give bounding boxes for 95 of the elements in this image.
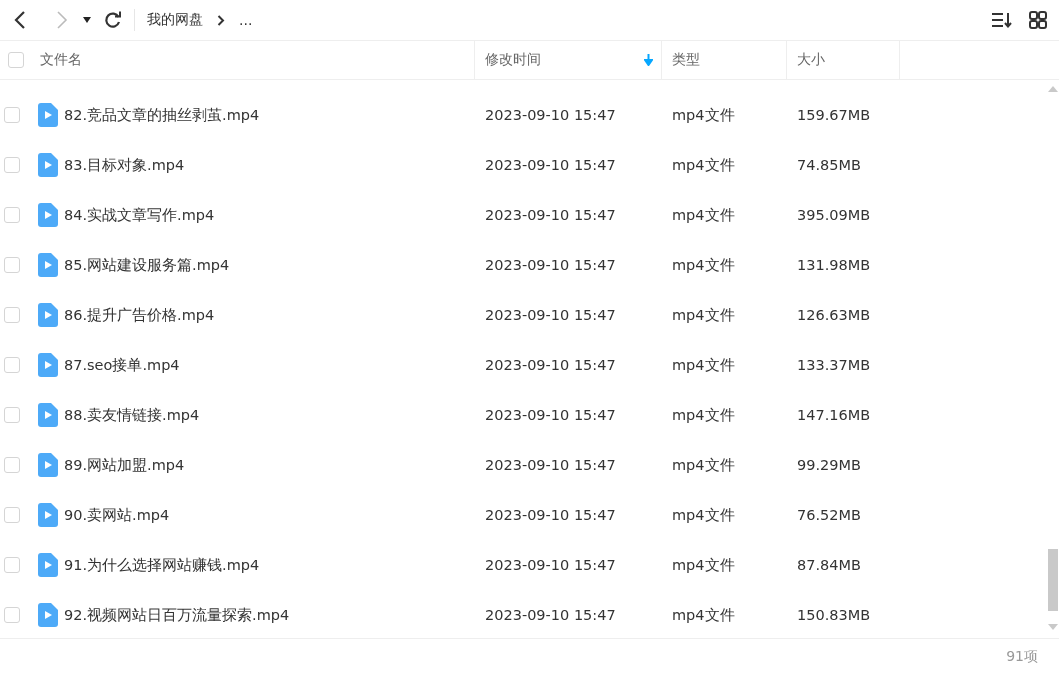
video-file-icon: [38, 403, 58, 427]
chevron-right-icon: [217, 14, 225, 26]
file-row[interactable]: 86.提升广告价格.mp4 2023-09-10 15:47 mp4文件 126.63MB: [0, 290, 1047, 340]
video-file-icon: [38, 453, 58, 477]
file-size: 99.29MB: [796, 457, 862, 473]
file-size: 76.52MB: [796, 507, 862, 523]
scroll-up-icon[interactable]: [1048, 86, 1058, 92]
video-file-icon: [38, 353, 58, 377]
item-count: 91项: [1006, 647, 1038, 666]
file-type: mp4文件: [671, 505, 736, 525]
file-row[interactable]: 84.实战文章写作.mp4 2023-09-10 15:47 mp4文件 395.09MB: [0, 190, 1047, 240]
file-type: mp4文件: [671, 605, 736, 625]
row-checkbox[interactable]: [4, 307, 20, 323]
file-row[interactable]: 92.视频网站日百万流量探索.mp4 2023-09-10 15:47 mp4文件 150.83MB: [0, 590, 1047, 638]
column-header[interactable]: 大小: [797, 51, 899, 69]
video-file-icon: [38, 203, 58, 227]
file-size: 133.37MB: [796, 357, 872, 373]
file-size: 159.67MB: [796, 107, 872, 123]
modified-time: 2023-09-10 15:47: [484, 607, 617, 623]
row-checkbox[interactable]: [4, 557, 20, 573]
select-all-checkbox[interactable]: [8, 52, 24, 68]
file-name: 86.提升广告价格.mp4: [64, 305, 215, 325]
refresh-icon[interactable]: [104, 11, 122, 29]
video-file-icon: [38, 503, 58, 527]
file-type: mp4文件: [671, 205, 736, 225]
file-row[interactable]: 82.竞品文章的抽丝剥茧.mp4 2023-09-10 15:47 mp4文件 159.67MB: [0, 90, 1047, 140]
file-name: 92.视频网站日百万流量探索.mp4: [64, 605, 290, 625]
file-size: 150.83MB: [796, 607, 872, 623]
row-checkbox[interactable]: [4, 407, 20, 423]
file-type: mp4文件: [671, 355, 736, 375]
file-type: mp4文件: [671, 305, 736, 325]
row-checkbox[interactable]: [4, 207, 20, 223]
file-row[interactable]: 89.网站加盟.mp4 2023-09-10 15:47 mp4文件 99.29MB: [0, 440, 1047, 490]
modified-time: 2023-09-10 15:47: [484, 207, 617, 223]
file-name: 89.网站加盟.mp4: [64, 455, 185, 475]
row-checkbox[interactable]: [4, 157, 20, 173]
modified-time: 2023-09-10 15:47: [484, 357, 617, 373]
file-size: 395.09MB: [796, 207, 872, 223]
scroll-down-icon[interactable]: [1048, 624, 1058, 630]
file-row[interactable]: 91.为什么选择网站赚钱.mp4 2023-09-10 15:47 mp4文件 87.84MB: [0, 540, 1047, 590]
breadcrumb-item[interactable]: ...: [239, 12, 253, 28]
file-size: 87.84MB: [796, 557, 862, 573]
file-name: 87.seo接单.mp4: [64, 355, 180, 375]
row-checkbox[interactable]: [4, 507, 20, 523]
row-checkbox[interactable]: [4, 357, 20, 373]
video-file-icon: [38, 103, 58, 127]
file-name: 82.竞品文章的抽丝剥茧.mp4: [64, 105, 260, 125]
column-header[interactable]: 类型: [672, 51, 786, 69]
file-name: 91.为什么选择网站赚钱.mp4: [64, 555, 260, 575]
dropdown-caret-icon[interactable]: [82, 16, 92, 24]
row-checkbox[interactable]: [4, 607, 20, 623]
breadcrumb-item[interactable]: 我的网盘: [147, 11, 203, 29]
row-checkbox[interactable]: [4, 457, 20, 473]
column-header[interactable]: 文件名: [40, 51, 474, 69]
file-size: 126.63MB: [796, 307, 872, 323]
modified-time: 2023-09-10 15:47: [484, 557, 617, 573]
file-type: mp4文件: [671, 155, 736, 175]
modified-time: 2023-09-10 15:47: [484, 407, 617, 423]
file-size: 147.16MB: [796, 407, 872, 423]
grid-view-icon[interactable]: [1029, 11, 1047, 29]
video-file-icon: [38, 253, 58, 277]
modified-time: 2023-09-10 15:47: [484, 107, 617, 123]
file-row[interactable]: 88.卖友情链接.mp4 2023-09-10 15:47 mp4文件 147.16MB: [0, 390, 1047, 440]
video-file-icon: [38, 303, 58, 327]
row-checkbox[interactable]: [4, 107, 20, 123]
sort-list-icon[interactable]: [991, 12, 1013, 28]
file-name: 88.卖友情链接.mp4: [64, 405, 200, 425]
modified-time: 2023-09-10 15:47: [484, 157, 617, 173]
scrollbar-thumb[interactable]: [1048, 549, 1058, 611]
video-file-icon: [38, 603, 58, 627]
sort-down-arrow-icon[interactable]: [644, 54, 653, 66]
file-row[interactable]: 85.网站建设服务篇.mp4 2023-09-10 15:47 mp4文件 131.98MB: [0, 240, 1047, 290]
file-name: 83.目标对象.mp4: [64, 155, 185, 175]
chevron-left-icon[interactable]: [14, 11, 26, 29]
modified-time: 2023-09-10 15:47: [484, 307, 617, 323]
column-header[interactable]: 修改时间: [485, 51, 661, 69]
file-type: mp4文件: [671, 455, 736, 475]
file-size: 74.85MB: [796, 157, 862, 173]
file-type: mp4文件: [671, 255, 736, 275]
file-row[interactable]: 87.seo接单.mp4 2023-09-10 15:47 mp4文件 133.37MB: [0, 340, 1047, 390]
video-file-icon: [38, 153, 58, 177]
file-type: mp4文件: [671, 405, 736, 425]
file-row[interactable]: 90.卖网站.mp4 2023-09-10 15:47 mp4文件 76.52MB: [0, 490, 1047, 540]
file-type: mp4文件: [671, 555, 736, 575]
file-row[interactable]: 83.目标对象.mp4 2023-09-10 15:47 mp4文件 74.85MB: [0, 140, 1047, 190]
file-size: 131.98MB: [796, 257, 872, 273]
modified-time: 2023-09-10 15:47: [484, 507, 617, 523]
modified-time: 2023-09-10 15:47: [484, 257, 617, 273]
row-checkbox[interactable]: [4, 257, 20, 273]
modified-time: 2023-09-10 15:47: [484, 457, 617, 473]
file-name: 85.网站建设服务篇.mp4: [64, 255, 230, 275]
video-file-icon: [38, 553, 58, 577]
file-name: 90.卖网站.mp4: [64, 505, 170, 525]
file-type: mp4文件: [671, 105, 736, 125]
file-name: 84.实战文章写作.mp4: [64, 205, 215, 225]
